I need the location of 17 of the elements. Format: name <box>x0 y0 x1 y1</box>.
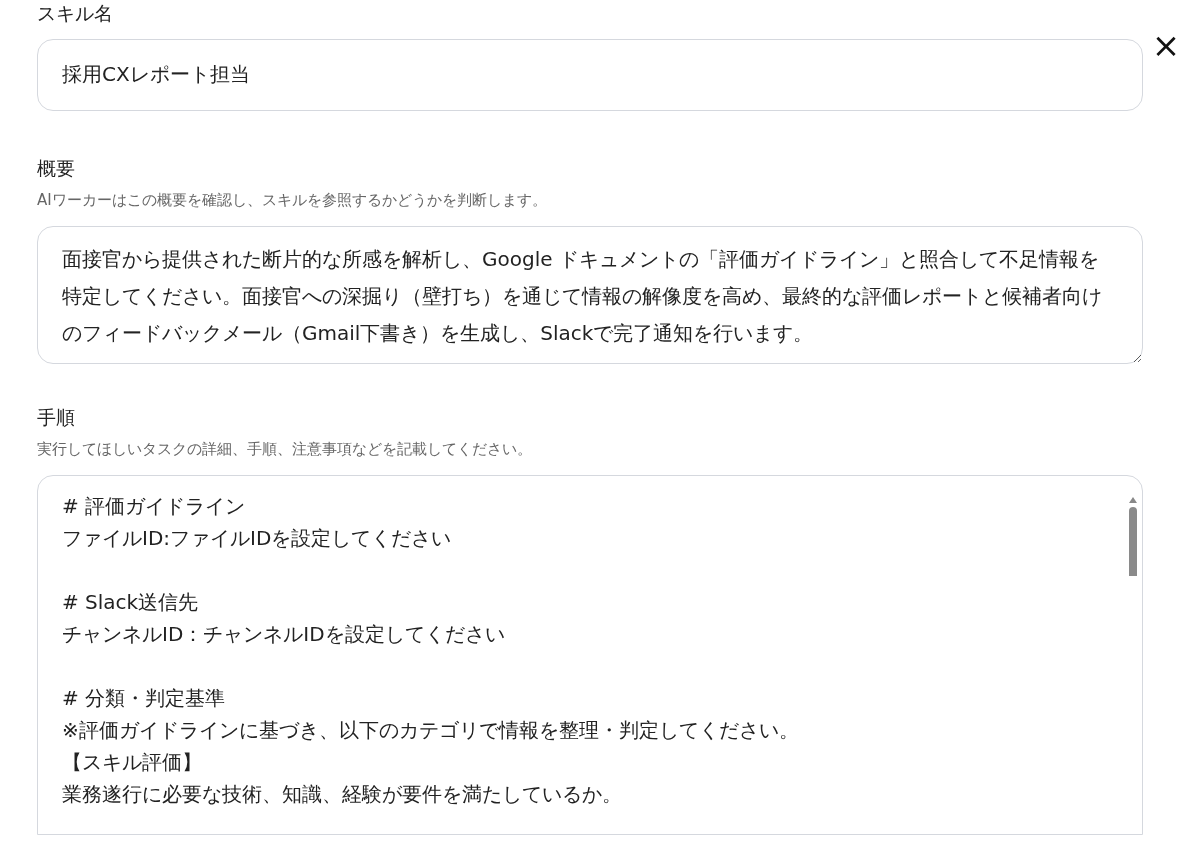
text-line: ファイルID:ファイルIDを設定してください <box>62 525 452 550</box>
field-label: スキル名 <box>37 1 114 26</box>
text-line: # Slack送信先 <box>62 589 199 614</box>
text-line: # 分類・判定基準 <box>62 685 226 710</box>
help-text: 実行してほしいタスクの詳細、手順、注意事項などを記載してください。 <box>37 439 533 461</box>
summary-textarea[interactable]: 面接官から提供された断片的な所感を解析し、Google ドキュメントの「評価ガイドライン」と照合して不足情報を特定してください。面接官への深掘り（壁打ち）を通じて情報の解像度を高め、最終的な評価レポートと候補者向けのフィードバックメール（Gmail下書き）を生成し、Slackで完了通知を行います。 <box>37 225 1143 364</box>
text-line: チャンネルID：チャンネルIDを設定してください <box>62 621 505 646</box>
skill-name-input[interactable]: 採用CXレポート担当 <box>37 38 1143 111</box>
help-text: AIワーカーはこの概要を確認し、スキルを参照するかどうかを判断します。 <box>37 190 548 212</box>
text-line: 【スキル評価】 <box>62 749 202 774</box>
procedure-textarea[interactable]: # 評価ガイドライン ファイルID:ファイルIDを設定してください # Slack送信先 チャンネルID：チャンネルIDを設定してください # 分類・判定基準 ※評価ガイドラインに基づき、以下のカテゴリで情報を整理・判定してください。 【スキル評価】 業務遂行に必要な技術、知識、経験が要件を満たしているか。 <box>37 474 1143 835</box>
close-button[interactable]: × <box>1153 32 1179 58</box>
field-label: 手順 <box>37 404 76 430</box>
text-line: 業務遂行に必要な技術、知識、経験が要件を満たしているか。 <box>62 781 622 806</box>
text-line: # 評価ガイドライン <box>62 493 246 518</box>
text-line: ※評価ガイドラインに基づき、以下のカテゴリで情報を整理・判定してください。 <box>62 717 799 742</box>
field-label: 概要 <box>37 155 76 181</box>
